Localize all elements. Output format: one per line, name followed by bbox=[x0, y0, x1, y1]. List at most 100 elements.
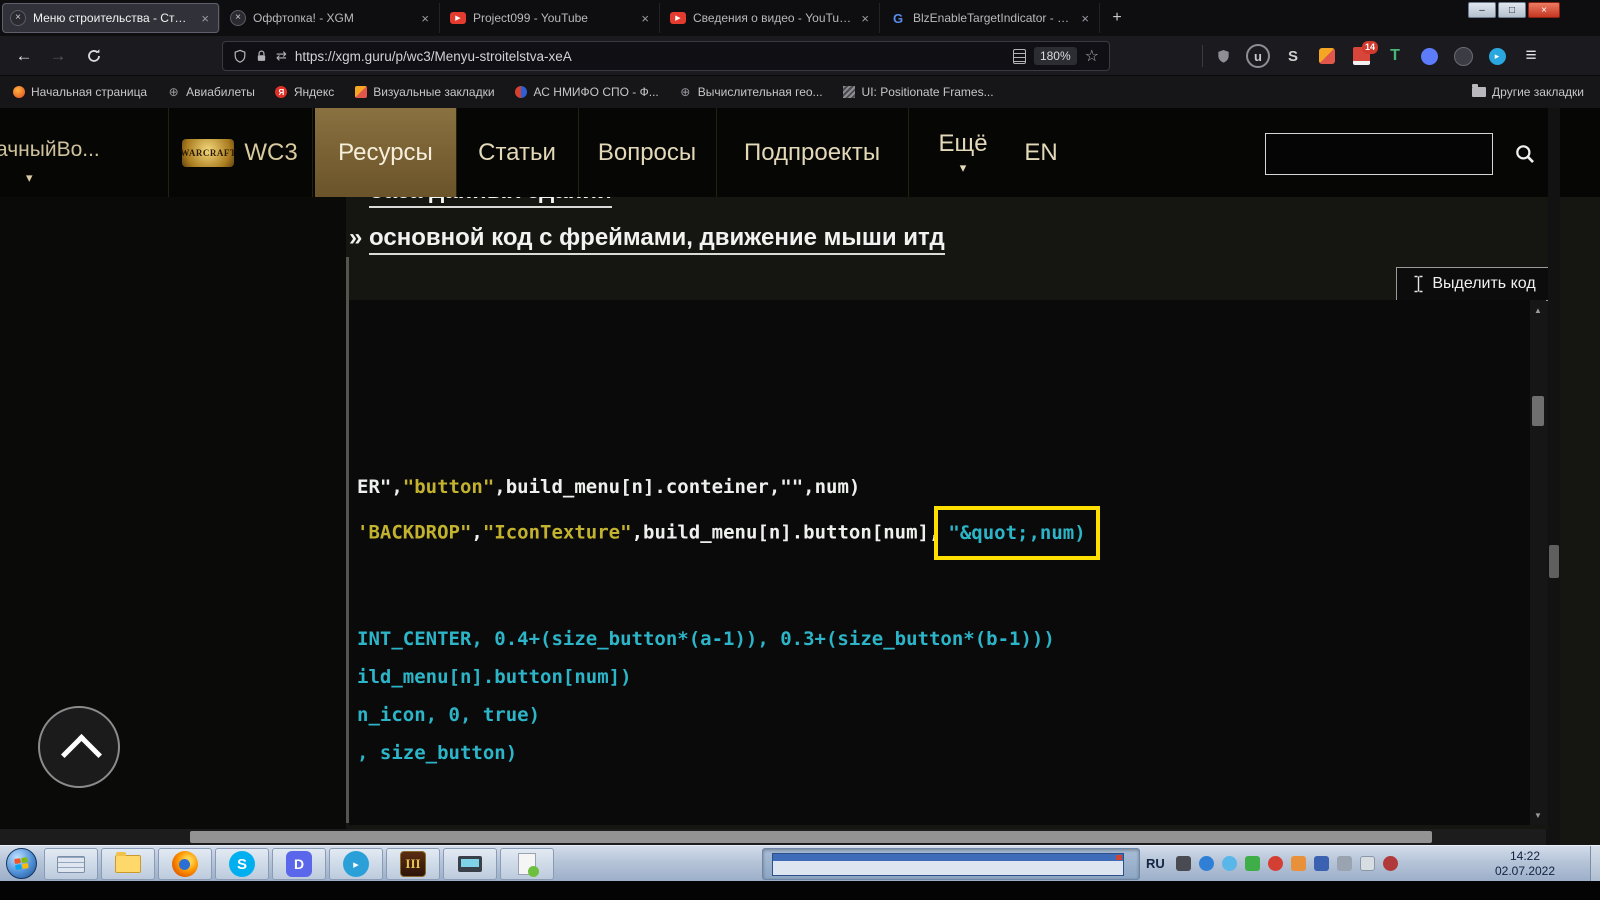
taskbar-firefox[interactable] bbox=[158, 848, 212, 880]
nav-language[interactable]: EN bbox=[1006, 108, 1076, 197]
nav-resources[interactable]: Ресурсы bbox=[315, 108, 456, 197]
search-button[interactable] bbox=[1502, 133, 1548, 175]
reader-mode-icon[interactable] bbox=[1012, 48, 1026, 64]
taskbar-clock[interactable]: 14:22 02.07.2022 bbox=[1482, 849, 1568, 879]
bookmark-visual-bookmarks[interactable]: Визуальные закладки bbox=[354, 85, 495, 99]
tab-blz-search[interactable]: G BlzEnableTargetIndicator - Пои × bbox=[882, 3, 1100, 33]
pocket-extension-icon[interactable] bbox=[1212, 45, 1234, 67]
tab-project099[interactable]: ▶ Project099 - YouTube × bbox=[442, 3, 660, 33]
horizontal-scrollbar-thumb[interactable] bbox=[190, 831, 1432, 843]
fire-icon bbox=[12, 86, 25, 99]
tray-icon[interactable] bbox=[1199, 856, 1214, 871]
zoom-level-indicator[interactable]: 180% bbox=[1033, 47, 1077, 65]
site-search-input[interactable] bbox=[1266, 134, 1492, 174]
code-block[interactable]: ER","button",build_menu[n].conteiner,"",… bbox=[349, 300, 1546, 825]
taskbar-onscreen-keyboard[interactable] bbox=[44, 848, 98, 880]
visual-bookmarks-extension-icon[interactable] bbox=[1316, 45, 1338, 67]
taskbar-telegram[interactable]: ▸ bbox=[329, 848, 383, 880]
nav-subprojects[interactable]: Подпроекты bbox=[716, 108, 908, 197]
volume-icon[interactable] bbox=[1337, 856, 1352, 871]
tab-close-icon[interactable]: × bbox=[1079, 11, 1091, 26]
language-indicator[interactable]: RU bbox=[1146, 856, 1165, 871]
nav-articles[interactable]: Статьи bbox=[456, 108, 578, 197]
section-heading-clipped[interactable]: » база данных зданий bbox=[349, 197, 612, 208]
tray-icon[interactable] bbox=[1222, 856, 1237, 871]
code-scrollbar[interactable]: ▲ ▼ bbox=[1530, 300, 1546, 825]
select-code-button[interactable]: Выделить код bbox=[1396, 267, 1553, 301]
vertical-scrollbar[interactable] bbox=[1548, 108, 1560, 829]
tray-icon[interactable] bbox=[1291, 856, 1306, 871]
scroll-up-arrow-icon[interactable]: ▲ bbox=[1530, 302, 1546, 318]
taskbar-remote-desktop[interactable] bbox=[443, 848, 497, 880]
code-scrollbar-thumb[interactable] bbox=[1532, 396, 1544, 426]
network-icon[interactable] bbox=[1360, 856, 1375, 871]
s-extension-icon[interactable]: S bbox=[1282, 45, 1304, 67]
discord-icon: D bbox=[286, 851, 312, 877]
code-lines: ER","button",build_menu[n].conteiner,"",… bbox=[349, 300, 1530, 825]
tab-close-icon[interactable]: × bbox=[639, 11, 651, 26]
show-desktop-button[interactable] bbox=[1590, 846, 1600, 882]
nav-questions[interactable]: Вопросы bbox=[578, 108, 716, 197]
tracking-protection-shield-icon[interactable] bbox=[233, 49, 247, 64]
window-minimize-button[interactable]: – bbox=[1468, 2, 1496, 18]
tab-close-icon[interactable]: × bbox=[199, 11, 211, 26]
dark-extension-icon[interactable] bbox=[1452, 45, 1474, 67]
tray-icon[interactable] bbox=[1268, 856, 1283, 871]
back-button[interactable]: ← bbox=[10, 42, 38, 70]
taskbar-active-window-button[interactable] bbox=[762, 848, 1140, 880]
tray-icon[interactable] bbox=[1314, 856, 1329, 871]
bookmark-home[interactable]: Начальная страница bbox=[12, 85, 147, 99]
reload-button[interactable] bbox=[80, 42, 108, 70]
nav-more[interactable]: Ещё ▾ bbox=[920, 108, 1006, 197]
folder-icon bbox=[1472, 84, 1487, 97]
mastodon-extension-icon[interactable] bbox=[1418, 45, 1440, 67]
red-blue-site-icon bbox=[515, 86, 528, 99]
bookmark-star-icon[interactable]: ☆ bbox=[1085, 46, 1099, 66]
taskbar-skype[interactable]: S bbox=[215, 848, 269, 880]
other-bookmarks-button[interactable]: Другие закладки bbox=[1472, 76, 1584, 108]
search-icon bbox=[1516, 145, 1534, 163]
tab-close-icon[interactable]: × bbox=[419, 11, 431, 26]
horizontal-scrollbar[interactable] bbox=[0, 829, 1546, 845]
tray-icon[interactable] bbox=[1176, 856, 1191, 871]
menu-icon[interactable]: ≡ bbox=[1520, 45, 1542, 67]
taskbar-warcraft3[interactable]: III bbox=[386, 848, 440, 880]
tampermonkey-extension-icon[interactable]: T bbox=[1384, 45, 1406, 67]
site-logo[interactable]: WARCRAFT WC3 bbox=[168, 108, 312, 197]
section-heading-main-code[interactable]: » основной код с фреймами, движение мыши… bbox=[349, 224, 945, 255]
bookmark-as-nmifo[interactable]: АС НМИФО СПО - Ф... bbox=[515, 85, 659, 99]
tray-icon[interactable] bbox=[1245, 856, 1260, 871]
window-close-button[interactable]: × bbox=[1528, 2, 1560, 18]
scroll-to-top-button[interactable] bbox=[38, 706, 120, 788]
address-bar[interactable]: ⇄ https://xgm.guru/p/wc3/Menyu-stroitels… bbox=[222, 41, 1110, 71]
taskbar-notepad[interactable] bbox=[500, 848, 554, 880]
tab-offtopka[interactable]: × Оффтопка! - XGM × bbox=[222, 3, 440, 33]
start-button[interactable] bbox=[6, 848, 37, 879]
permissions-icon[interactable]: ⇄ bbox=[276, 48, 287, 64]
bookmark-avia[interactable]: ⊕ Авиабилеты bbox=[167, 85, 255, 99]
user-menu[interactable]: ачныйВо... ▾ bbox=[0, 108, 168, 197]
tab-video-info[interactable]: ▶ Сведения о видео - YouTube St × bbox=[662, 3, 880, 33]
taskbar-explorer[interactable] bbox=[101, 848, 155, 880]
taskbar-discord[interactable]: D bbox=[272, 848, 326, 880]
lock-icon[interactable] bbox=[255, 49, 268, 63]
tab-menu-stroitelstva[interactable]: × Меню строительства - Статьи × bbox=[2, 3, 220, 33]
mail-extension-icon[interactable]: 14 bbox=[1350, 41, 1378, 67]
bookmark-comp-geo[interactable]: ⊕ Вычислительная гео... bbox=[679, 85, 822, 99]
ublock-extension-icon[interactable]: u bbox=[1246, 44, 1270, 68]
tab-title: BlzEnableTargetIndicator - Пои bbox=[913, 11, 1073, 25]
url-text[interactable]: https://xgm.guru/p/wc3/Menyu-stroitelstv… bbox=[295, 49, 1005, 64]
tray-icon[interactable] bbox=[1383, 856, 1398, 871]
tab-close-icon[interactable]: × bbox=[859, 11, 871, 26]
window-maximize-button[interactable]: □ bbox=[1498, 2, 1526, 18]
globe-icon: ⊕ bbox=[680, 85, 691, 99]
article-content: » база данных зданий » основной код с фр… bbox=[0, 197, 1600, 829]
new-tab-button[interactable]: + bbox=[1104, 6, 1130, 30]
telegram-extension-icon[interactable]: ▸ bbox=[1486, 45, 1508, 67]
window-preview bbox=[772, 853, 1124, 876]
bookmark-yandex[interactable]: Я Яндекс bbox=[275, 85, 334, 99]
vertical-scrollbar-thumb[interactable] bbox=[1549, 545, 1559, 578]
logo-text: WC3 bbox=[244, 138, 298, 166]
bookmark-ui-positionate[interactable]: UI: Positionate Frames... bbox=[843, 85, 994, 99]
scroll-down-arrow-icon[interactable]: ▼ bbox=[1530, 807, 1546, 823]
